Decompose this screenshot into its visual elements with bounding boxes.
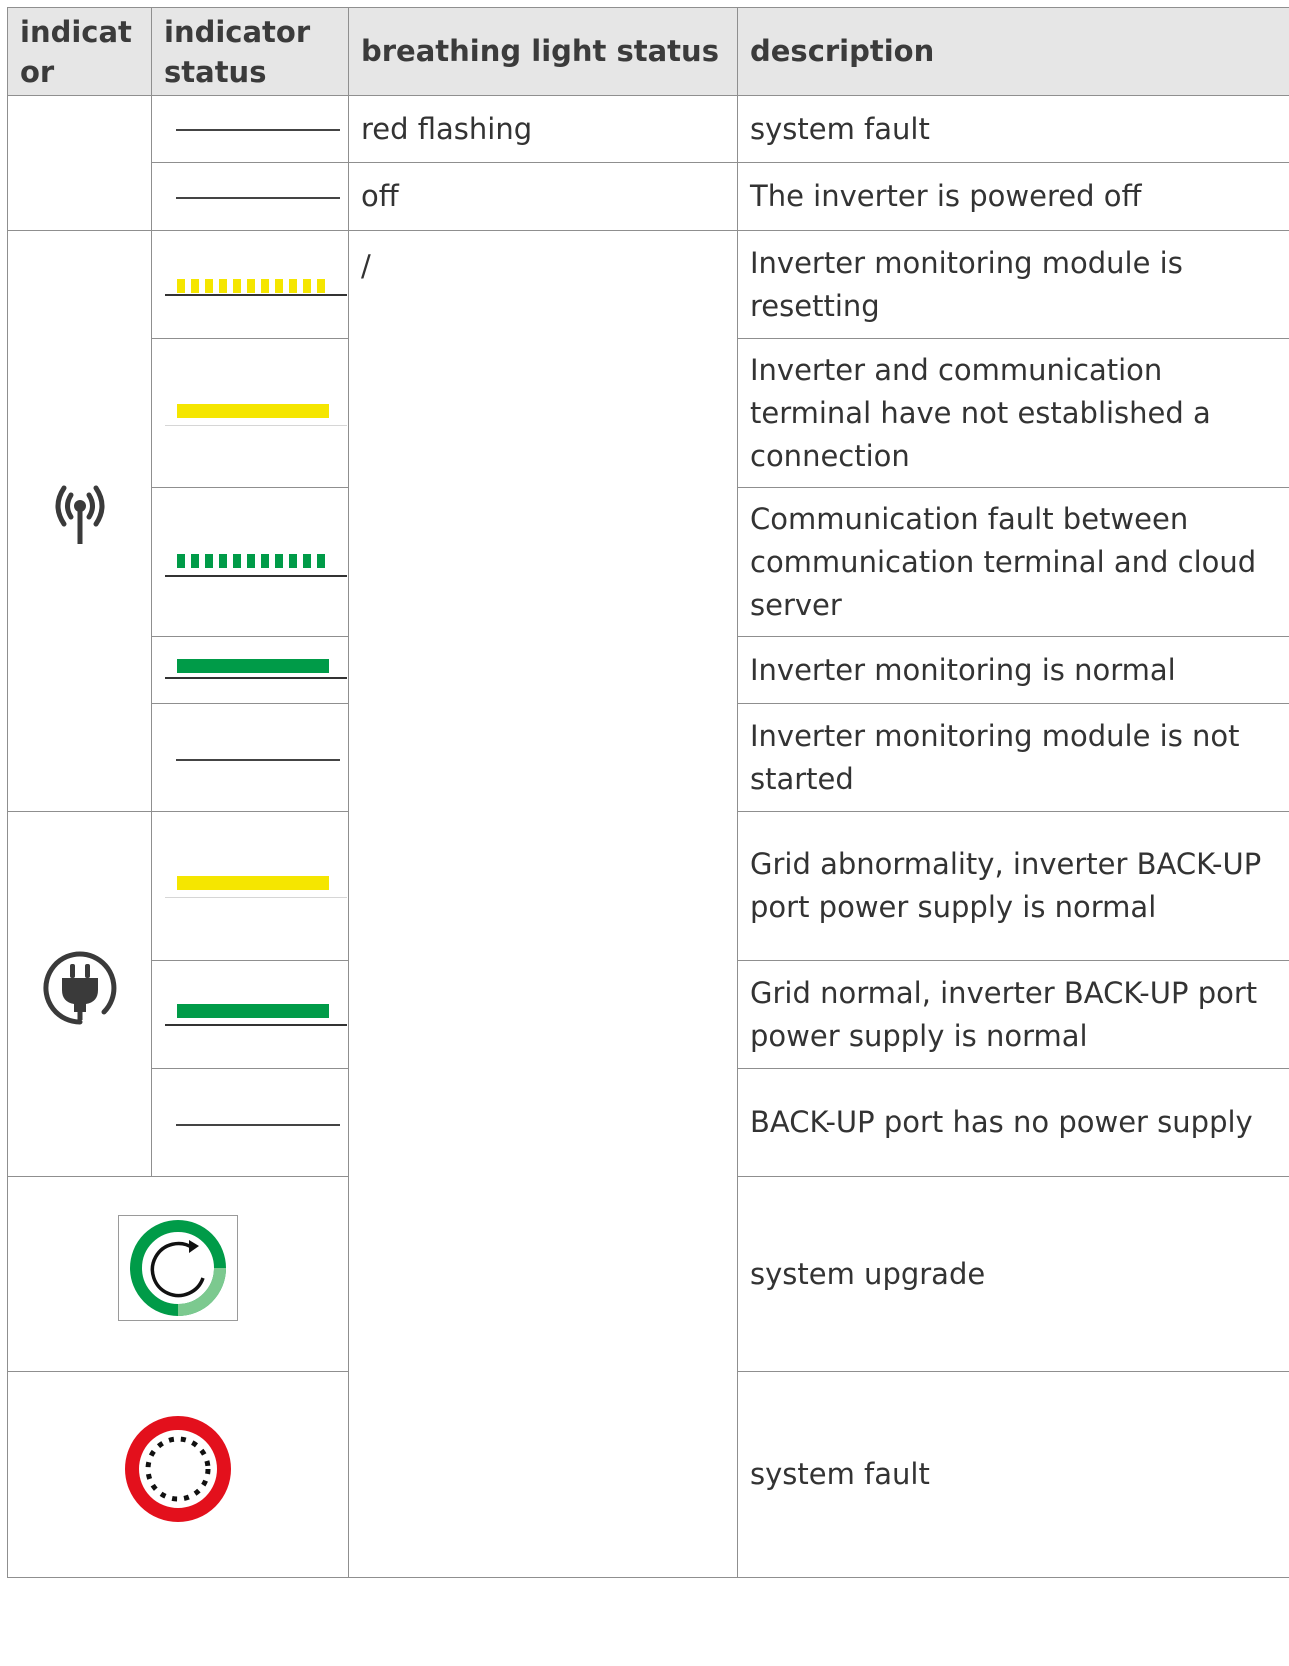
off-line-indicator	[176, 197, 340, 199]
description-cell: system fault	[737, 95, 1289, 163]
description-cell: Communication fault between communicatio…	[737, 487, 1289, 637]
status-cell	[151, 95, 349, 163]
status-baseline	[165, 294, 347, 296]
power-plug-icon	[42, 951, 116, 1025]
breathing-cell: red flashing	[348, 95, 738, 163]
indicator-cell-grid	[7, 811, 152, 1177]
header-description: description	[737, 7, 1289, 96]
off-line-indicator	[176, 759, 340, 761]
status-cell	[151, 811, 349, 961]
description-cell: Inverter monitoring module is not starte…	[737, 703, 1289, 812]
header-row: indicat or indicator status breathing li…	[7, 7, 1289, 96]
description-cell: Inverter monitoring is normal	[737, 636, 1289, 704]
indicator-cell-fault	[7, 1371, 349, 1578]
table-row: red flashing system fault	[7, 95, 1289, 231]
indicator-cell-communication	[7, 230, 152, 812]
description-cell: system fault	[737, 1371, 1289, 1578]
breathing-cell: off	[348, 162, 738, 231]
upgrade-icon-frame	[118, 1215, 238, 1321]
status-cell	[151, 1068, 349, 1177]
description-cell: Inverter and communication terminal have…	[737, 338, 1289, 488]
yellow-flashing-indicator	[177, 279, 325, 293]
indicator-cell-upgrade	[7, 1176, 349, 1372]
description-cell: BACK-UP port has no power supply	[737, 1068, 1289, 1177]
yellow-solid-indicator	[177, 876, 329, 890]
description-cell: Grid abnormality, inverter BACK-UP port …	[737, 811, 1289, 961]
description-cell: system upgrade	[737, 1176, 1289, 1372]
header-breathing-light-status: breathing light status	[348, 7, 738, 96]
antenna-signal-icon	[55, 485, 104, 544]
header-indicator-status: indicator status	[151, 7, 349, 96]
green-flashing-indicator	[177, 554, 325, 568]
table-row: / Inverter monitoring module is resettin…	[7, 230, 1289, 1578]
off-line-indicator	[176, 1124, 340, 1126]
description-cell: Grid normal, inverter BACK-UP port power…	[737, 960, 1289, 1069]
status-cell	[151, 487, 349, 637]
status-cell	[151, 162, 349, 231]
breathing-cell: /	[348, 230, 738, 1578]
yellow-solid-indicator	[177, 404, 329, 418]
description-cell: The inverter is powered off	[737, 162, 1289, 231]
table-row: off The inverter is powered off	[8, 162, 1289, 231]
status-baseline	[165, 575, 347, 577]
off-line-indicator	[176, 129, 340, 131]
status-cell	[151, 338, 349, 488]
status-cell	[151, 960, 349, 1069]
status-baseline	[165, 425, 347, 426]
status-cell	[151, 703, 349, 812]
circular-refresh-icon	[130, 1220, 226, 1316]
status-baseline	[165, 677, 347, 679]
indicator-cell-empty	[7, 95, 152, 231]
green-solid-indicator	[177, 1004, 329, 1018]
red-ring-dotted-icon	[125, 1415, 231, 1522]
green-solid-indicator	[177, 659, 329, 673]
status-baseline	[165, 897, 347, 898]
status-cell	[151, 230, 349, 339]
status-cell	[151, 636, 349, 704]
indicator-table: indicat or indicator status breathing li…	[7, 7, 1289, 1578]
fault-icon-frame	[118, 1410, 238, 1527]
description-cell: Inverter monitoring module is resetting	[737, 230, 1289, 339]
header-indicator: indicat or	[7, 7, 152, 96]
status-baseline	[165, 1024, 347, 1026]
